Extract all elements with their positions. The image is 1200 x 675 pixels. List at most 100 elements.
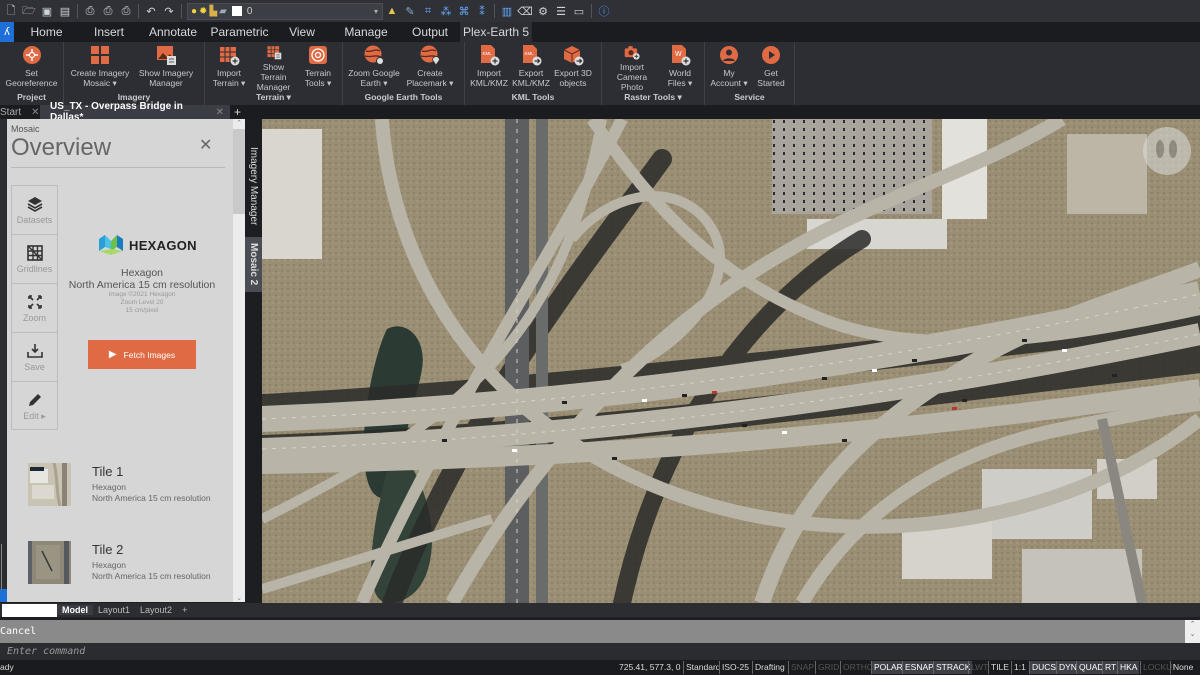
close-panel-button[interactable]: ✕ (199, 135, 212, 155)
command-input[interactable]: Enter command (0, 643, 1200, 660)
scroll-down-icon[interactable]: ⌄ (1185, 630, 1200, 640)
new-file-icon[interactable]: 🗋 (2, 2, 20, 20)
image-icon[interactable]: ▭ (570, 2, 588, 20)
panel-terrain: Import Terrain ▾ Show Terrain Manager Te… (205, 42, 343, 105)
toggle-hka[interactable]: HKA (1117, 661, 1140, 674)
select-similar-icon[interactable]: ⌗ (419, 2, 437, 20)
palette-icon[interactable]: ▥ (498, 2, 516, 20)
plot-icon[interactable]: ⎙ (81, 2, 99, 20)
panel-scrollbar[interactable]: ⌃ ⌄ (233, 119, 245, 602)
tab-start[interactable]: Start ✕ (0, 105, 40, 119)
close-icon[interactable]: ✕ (31, 107, 39, 118)
selection-filter[interactable]: None (1170, 661, 1195, 674)
app-menu-button[interactable]: ʎ (0, 22, 14, 42)
export-kml-button[interactable]: KML Export KML/KMZ (511, 44, 551, 92)
panel-title-raster[interactable]: Raster Tools ▾ (602, 92, 704, 104)
save-icon[interactable]: ▣ (38, 2, 56, 20)
status-dim-style[interactable]: ISO-25 (719, 661, 751, 674)
toggle-ducs[interactable]: DUCS (1029, 661, 1059, 674)
import-terrain-button[interactable]: Import Terrain ▾ (209, 44, 249, 92)
add-layout-button[interactable]: + (177, 605, 192, 615)
annotation-scale[interactable]: 1:1 (1011, 661, 1028, 674)
tab-layout2[interactable]: Layout2 (135, 605, 177, 615)
tab-annotate[interactable]: Annotate (139, 22, 207, 42)
panel-title-service: Service (734, 92, 765, 102)
toggle-lwt[interactable]: LWT (968, 661, 990, 674)
publish-icon[interactable]: ⎙ (117, 2, 135, 20)
tab-output[interactable]: Output (400, 22, 460, 42)
toggle-rt[interactable]: RT (1102, 661, 1119, 674)
tab-imagery-manager[interactable]: Imagery Manager (245, 129, 262, 244)
list-item-tile[interactable]: Tile 2 Hexagon North America 15 cm resol… (28, 541, 228, 586)
create-imagery-mosaic-button[interactable]: Create Imagery Mosaic ▾ (68, 44, 132, 92)
open-file-icon[interactable]: 🗁 (20, 2, 38, 20)
list-icon[interactable]: ☰ (552, 2, 570, 20)
zoom-google-earth-button[interactable]: Zoom Google Earth ▾ (347, 44, 401, 92)
toggle-tile[interactable]: TILE (988, 661, 1011, 674)
layout-input[interactable] (2, 603, 57, 617)
create-placemark-button[interactable]: Create Placemark ▾ (403, 44, 457, 92)
my-account-button[interactable]: My Account ▾ (709, 44, 749, 92)
tab-home[interactable]: Home (14, 22, 79, 42)
tab-plex-earth[interactable]: Plex-Earth 5 (460, 22, 532, 42)
georeference-icon (22, 46, 41, 64)
match-properties-icon[interactable]: ▲ (383, 2, 401, 20)
import-kml-button[interactable]: KML Import KML/KMZ (469, 44, 509, 92)
properties-filter-icon[interactable]: ⁑ (473, 2, 491, 20)
tab-manage[interactable]: Manage (332, 22, 400, 42)
show-imagery-manager-button[interactable]: Show Imagery Manager (134, 44, 198, 92)
status-workspace[interactable]: Drafting (752, 661, 787, 674)
tab-layout1[interactable]: Layout1 (93, 605, 135, 615)
tab-parametric[interactable]: Parametric (207, 22, 272, 42)
tab-active-drawing[interactable]: US_TX - Overpass Bridge in Dallas* ✕ (40, 101, 230, 123)
terrain-tools-button[interactable]: Terrain Tools ▾ (298, 44, 338, 92)
redo-icon[interactable]: ↷ (160, 2, 178, 20)
help-icon[interactable]: ⓘ (595, 2, 613, 20)
add-tab-button[interactable]: + (230, 105, 245, 119)
tab-insert[interactable]: Insert (79, 22, 139, 42)
scroll-up-icon[interactable]: ⌃ (1185, 620, 1200, 630)
toggle-snap[interactable]: SNAP (788, 661, 816, 674)
dock-handle[interactable] (1, 544, 6, 594)
scroll-up-icon[interactable]: ⌃ (233, 119, 245, 127)
settings-icon[interactable]: ⚙ (534, 2, 552, 20)
quick-select-icon[interactable]: ⌘ (455, 2, 473, 20)
aerial-imagery (262, 119, 1200, 603)
list-item-tile[interactable]: Tile 1 Hexagon North America 15 cm resol… (28, 463, 228, 508)
toggle-esnap[interactable]: ESNAP (902, 661, 936, 674)
datasets-button[interactable]: Datasets (12, 186, 57, 235)
dock-indicator[interactable] (0, 589, 7, 602)
import-camera-photo-button[interactable]: Import Camera Photo (606, 44, 658, 92)
save-as-icon[interactable]: ▤ (56, 2, 74, 20)
close-icon[interactable]: ✕ (216, 107, 224, 118)
toggle-polar[interactable]: POLAR (871, 661, 905, 674)
scroll-down-icon[interactable]: ⌄ (233, 594, 245, 602)
get-started-button[interactable]: Get Started (751, 44, 791, 92)
pick-color-icon[interactable]: ✎ (401, 2, 419, 20)
set-georeference-button[interactable]: Set Georeference (4, 44, 59, 92)
tab-view[interactable]: View (272, 22, 332, 42)
gridlines-button[interactable]: Gridlines (12, 235, 57, 284)
panel-title-terrain[interactable]: Terrain ▾ (205, 92, 342, 104)
zoom-button[interactable]: Zoom (12, 284, 57, 333)
undo-icon[interactable]: ↶ (142, 2, 160, 20)
toggle-strack[interactable]: STRACK (933, 661, 973, 674)
tab-mosaic-2[interactable]: Mosaic 2 (245, 237, 262, 292)
tab-model[interactable]: Model (57, 605, 93, 615)
plot-preview-icon[interactable]: ⎙ (99, 2, 117, 20)
dataset-name: North America 15 cm resolution (68, 279, 216, 291)
show-terrain-manager-button[interactable]: Show Terrain Manager (251, 44, 296, 92)
filter-icon[interactable]: ⁂ (437, 2, 455, 20)
erase-icon[interactable]: ⌫ (516, 2, 534, 20)
export-3d-objects-button[interactable]: Export 3D objects (553, 44, 593, 92)
world-files-button[interactable]: W World Files ▾ (660, 44, 700, 92)
command-history-scrollbar[interactable]: ⌃ ⌄ (1185, 620, 1200, 643)
scrollbar-thumb[interactable] (233, 129, 245, 214)
layer-dropdown[interactable]: ● ✹ ▙ ▰ 0 ▾ (187, 2, 383, 20)
status-text-style[interactable]: Standard (683, 661, 723, 674)
fetch-images-button[interactable]: ▶ Fetch Images (88, 340, 196, 369)
save-button[interactable]: Save (12, 333, 57, 382)
drawing-canvas-aerial-image[interactable] (262, 119, 1200, 603)
edit-button[interactable]: Edit ▸ (12, 382, 57, 431)
toggle-grid[interactable]: GRID (815, 661, 841, 674)
